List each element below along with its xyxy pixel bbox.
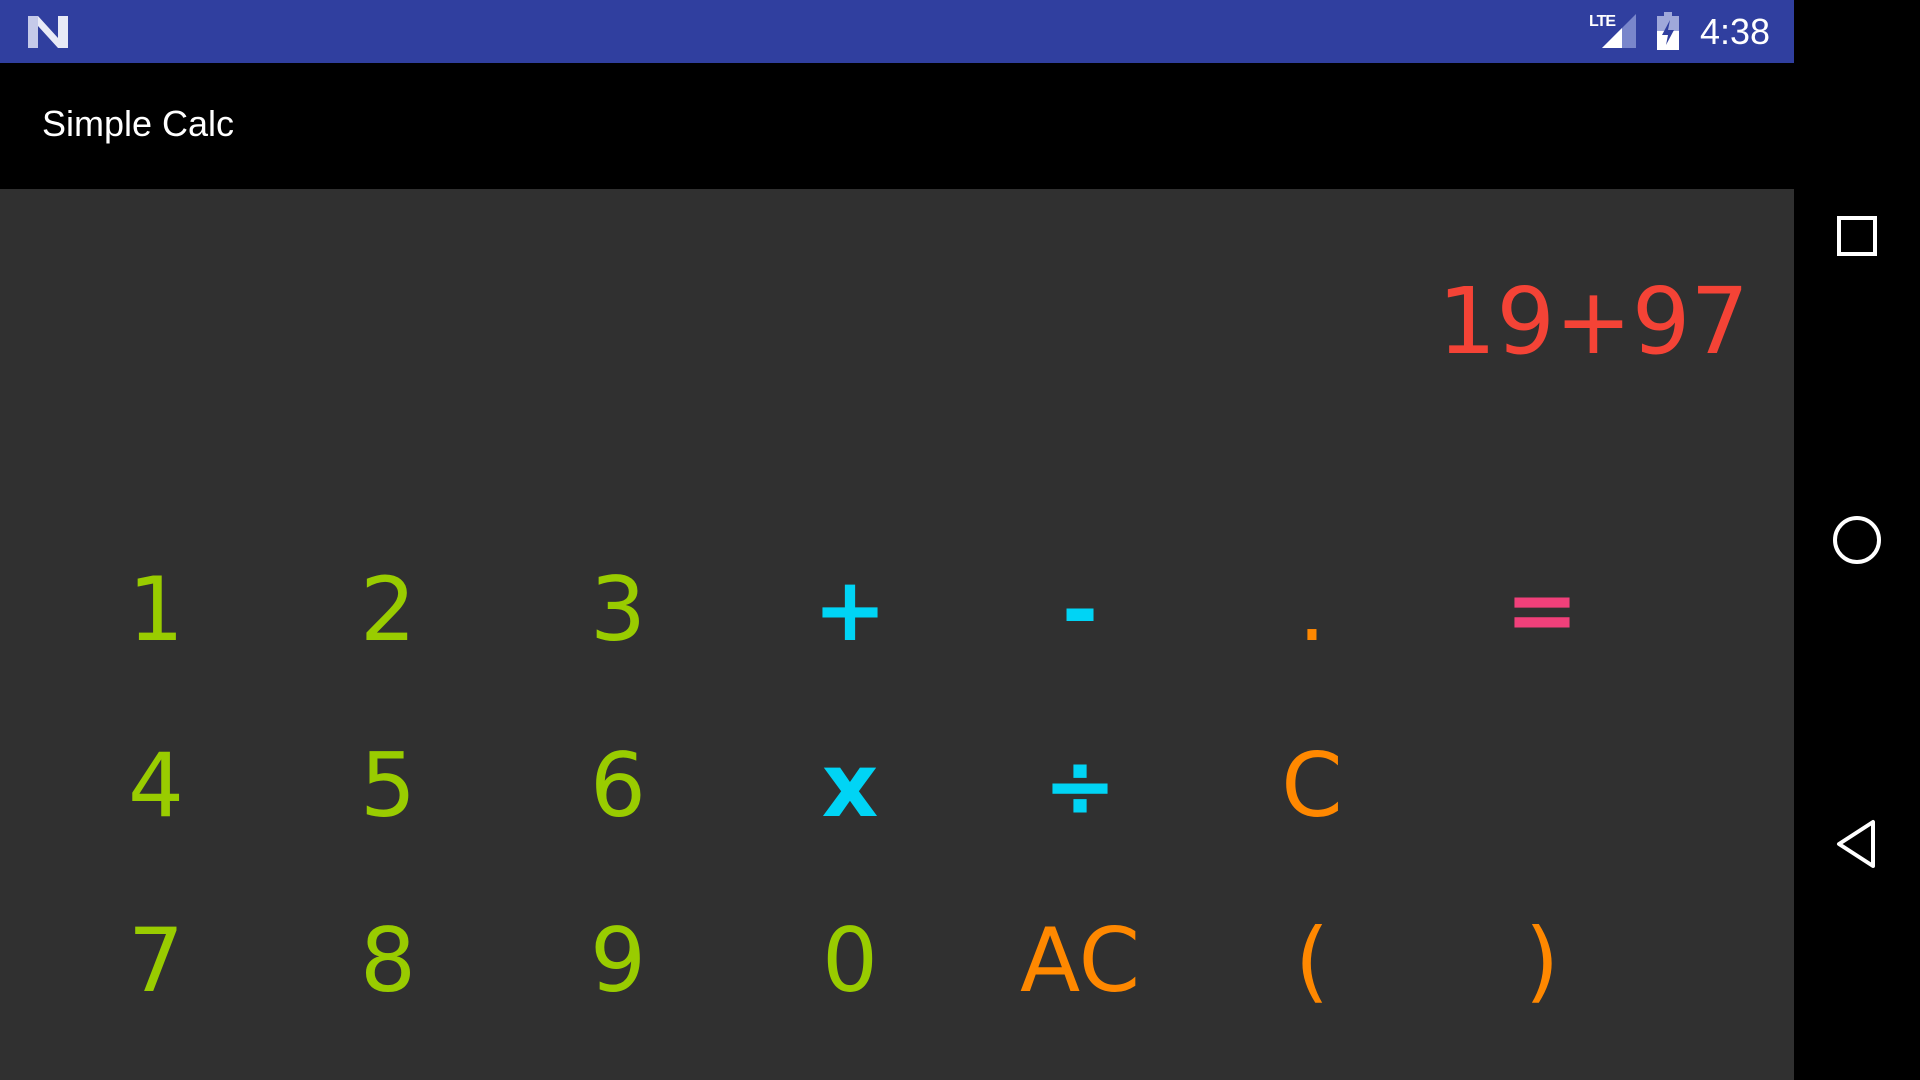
battery-charging-icon <box>1657 12 1679 50</box>
key-8[interactable]: 8 <box>298 886 478 1036</box>
key-7[interactable]: 7 <box>66 886 246 1036</box>
key-0[interactable]: 0 <box>760 886 940 1036</box>
navigation-bar <box>1794 0 1920 1080</box>
key-close-paren[interactable]: ) <box>1452 886 1632 1036</box>
home-circle-icon[interactable] <box>1827 510 1887 570</box>
key-divide[interactable]: ÷ <box>990 711 1170 861</box>
status-clock: 4:38 <box>1700 11 1771 52</box>
key-6[interactable]: 6 <box>528 711 708 861</box>
key-2[interactable]: 2 <box>298 535 478 685</box>
key-9[interactable]: 9 <box>528 886 708 1036</box>
calculator-body: 19+97 1 2 3 + - . = 4 5 6 x ÷ C 7 8 9 0 … <box>0 189 1794 1080</box>
key-3[interactable]: 3 <box>528 535 708 685</box>
expression-display: 19+97 <box>1437 268 1749 375</box>
key-all-clear[interactable]: AC <box>990 886 1170 1036</box>
key-1[interactable]: 1 <box>66 535 246 685</box>
key-5[interactable]: 5 <box>298 711 478 861</box>
key-clear[interactable]: C <box>1222 711 1402 861</box>
key-equals[interactable]: = <box>1452 535 1632 685</box>
device-screen: LTE 4:38 Simple Calc 19+97 1 2 3 + - . =… <box>0 0 1920 1080</box>
key-4[interactable]: 4 <box>66 711 246 861</box>
back-triangle-icon[interactable] <box>1827 814 1887 874</box>
key-minus[interactable]: - <box>990 535 1170 685</box>
key-decimal[interactable]: . <box>1222 535 1402 685</box>
android-n-logo-icon <box>28 16 68 48</box>
key-open-paren[interactable]: ( <box>1222 886 1402 1036</box>
app-title: Simple Calc <box>42 103 235 144</box>
key-plus[interactable]: + <box>760 535 940 685</box>
status-bar: LTE 4:38 <box>0 0 1794 63</box>
recents-square-icon[interactable] <box>1827 206 1887 266</box>
key-multiply[interactable]: x <box>760 711 940 861</box>
signal-icon <box>1602 14 1636 48</box>
action-bar: Simple Calc <box>0 63 1794 189</box>
